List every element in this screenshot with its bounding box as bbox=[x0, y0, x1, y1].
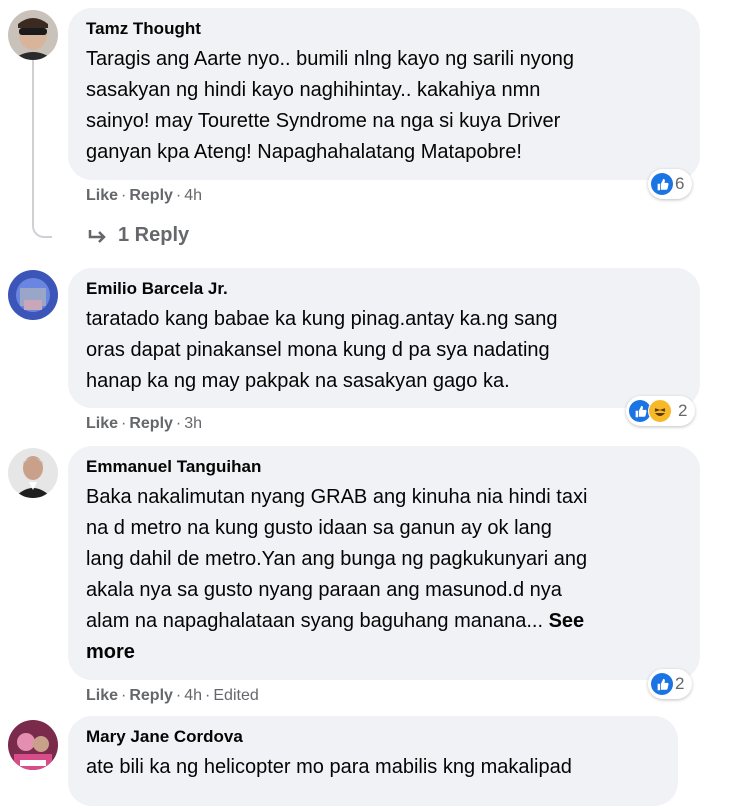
timestamp[interactable]: 4h bbox=[184, 187, 202, 204]
comment-author[interactable]: Mary Jane Cordova bbox=[86, 726, 660, 748]
like-icon bbox=[651, 673, 673, 695]
replies-count-label: 1 Reply bbox=[118, 224, 190, 246]
reaction-badge[interactable]: 6 bbox=[648, 169, 693, 199]
reaction-badge[interactable]: 2 bbox=[626, 396, 696, 426]
haha-icon bbox=[648, 399, 672, 423]
reaction-count: 2 bbox=[678, 401, 688, 420]
comment-bubble: Emmanuel Tanguihan Baka nakalimutan nyan… bbox=[68, 446, 700, 680]
comment-text: Taragis ang Aarte nyo.. bumili nlng kayo… bbox=[86, 48, 575, 163]
comment-actions: Like · Reply · 4h bbox=[86, 187, 203, 204]
comment-author[interactable]: Tamz Thought bbox=[86, 18, 682, 40]
avatar[interactable] bbox=[8, 720, 58, 770]
see-more-link[interactable]: See bbox=[549, 610, 585, 632]
comment-text: taratado kang babae ka kung pinag.antay … bbox=[86, 308, 558, 392]
like-button[interactable]: Like bbox=[86, 187, 118, 204]
thread-line bbox=[32, 60, 52, 238]
comment-bubble: Tamz Thought Taragis ang Aarte nyo.. bum… bbox=[68, 8, 700, 180]
like-button[interactable]: Like bbox=[86, 415, 118, 432]
timestamp[interactable]: 3h bbox=[184, 415, 202, 432]
comment-text: Baka nakalimutan nyang GRAB ang kinuha n… bbox=[86, 486, 588, 663]
comment-author[interactable]: Emmanuel Tanguihan bbox=[86, 456, 682, 478]
comment-bubble: Mary Jane Cordova ate bili ka ng helicop… bbox=[68, 716, 678, 806]
reaction-count: 6 bbox=[675, 174, 685, 193]
like-button[interactable]: Like bbox=[86, 687, 118, 704]
avatar[interactable] bbox=[8, 270, 58, 320]
avatar-image-icon bbox=[8, 10, 58, 60]
like-icon bbox=[651, 173, 673, 195]
reply-button[interactable]: Reply bbox=[129, 187, 173, 204]
reaction-count: 2 bbox=[675, 674, 685, 693]
comment-actions: Like · Reply · 4h · Edited bbox=[86, 687, 259, 704]
see-more-link-continued[interactable]: more bbox=[86, 641, 135, 663]
reply-button[interactable]: Reply bbox=[129, 687, 173, 704]
reaction-badge[interactable]: 2 bbox=[648, 669, 693, 699]
reply-arrow-icon bbox=[88, 229, 106, 243]
view-replies-link[interactable]: 1 Reply bbox=[88, 224, 189, 247]
avatar-image-icon bbox=[8, 270, 58, 320]
timestamp[interactable]: 4h bbox=[184, 687, 202, 704]
avatar[interactable] bbox=[8, 10, 58, 60]
comment-text: ate bili ka ng helicopter mo para mabili… bbox=[86, 756, 572, 778]
avatar-image-icon bbox=[8, 720, 58, 770]
comment-actions: Like · Reply · 3h bbox=[86, 415, 203, 432]
edited-label: Edited bbox=[213, 687, 259, 704]
avatar-image-icon bbox=[8, 448, 58, 498]
comment-bubble: Emilio Barcela Jr. taratado kang babae k… bbox=[68, 268, 700, 408]
reply-button[interactable]: Reply bbox=[129, 415, 173, 432]
comment-author[interactable]: Emilio Barcela Jr. bbox=[86, 278, 682, 300]
avatar[interactable] bbox=[8, 448, 58, 498]
